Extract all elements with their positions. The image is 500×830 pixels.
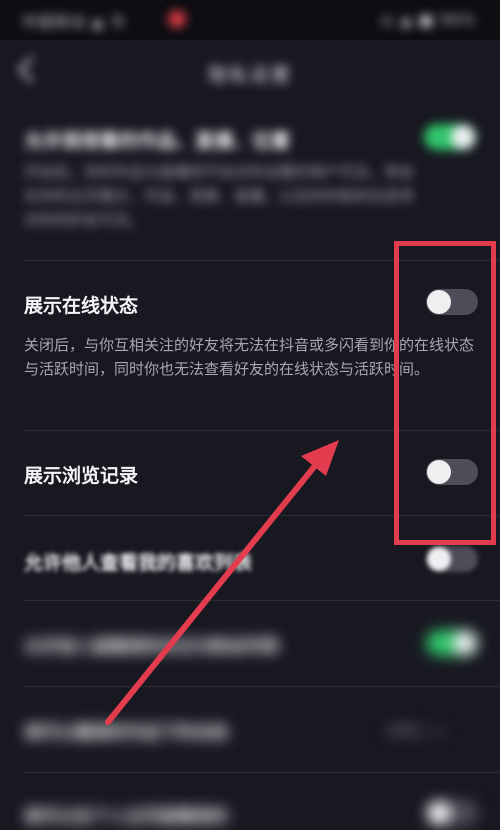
privacy-settings-screen: 中国移动 ▲ 令 ◎ ▲ ■ 96% 隐私设置 允许我观看的作品、直播、位置 开…	[0, 0, 500, 830]
annotation-arrow-icon	[105, 440, 339, 725]
